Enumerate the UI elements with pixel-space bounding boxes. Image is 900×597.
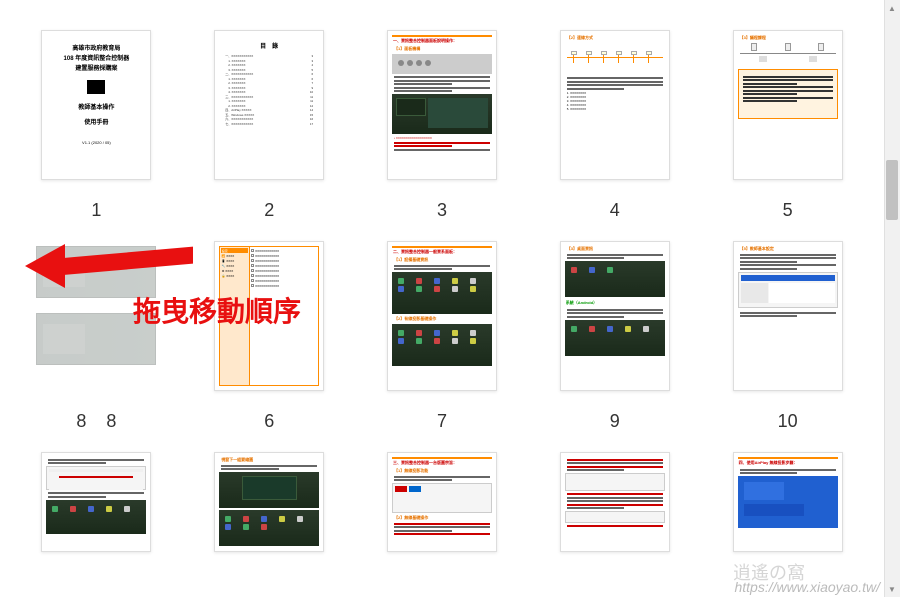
page-number: 1 [91,200,101,221]
page-thumbnail-partial[interactable]: 三、資訊整合控制器一台版圖宗旨： 【1】無線投影功能 【2】無線基礎操作 [376,452,509,552]
page-number-old: 8 [76,411,86,432]
page-number: 2 [264,200,274,221]
page-thumbnail-9[interactable]: 【3】桌面資訊 系統（Android） 9 [548,241,681,432]
page-thumbnail-10[interactable]: 【5】教師基本設定 10 [721,241,854,432]
page-number: 6 [264,411,274,432]
scroll-down-icon[interactable]: ▼ [884,581,900,597]
page-thumbnail-2[interactable]: 目 錄 一、XXXXXXXXXXX3 1. XXXXXXX3 2. XXXXXX… [203,30,336,221]
page-thumbnail-6[interactable]: 設定 📶 XXXX 📱 XXXX 🔧 XXXX ⚙ XXXX 🔒 XXXX XX… [203,241,336,432]
scrollbar-thumb[interactable] [886,160,898,220]
page-number: 10 [778,411,798,432]
page-thumbnail-partial[interactable]: 四、使用AirPlay 無線投影步驟： [721,452,854,552]
page-number: 4 [610,200,620,221]
page-thumbnail-partial[interactable] [30,452,163,552]
scroll-up-icon[interactable]: ▲ [884,0,900,16]
drag-instruction-arrow [25,230,205,288]
watermark-url: https://www.xiaoyao.tw/ [734,579,880,595]
page-number: 9 [610,411,620,432]
page-number-new: 8 [106,411,116,432]
page-number: 5 [783,200,793,221]
page-thumbnail-partial[interactable]: 視窗下一組要縮圖 [203,452,336,552]
page-thumbnail-partial[interactable] [548,452,681,552]
drag-instruction-label: 拖曳移動順序 [133,290,301,330]
page-number: 3 [437,200,447,221]
pdf-thumbnail-viewer: 拖曳移動順序 高雄市政府教育局 108 年度資訊整合控制器 建置服務採購案 教師… [0,0,884,597]
page-thumbnail-3[interactable]: 一、資訊整合控制器面板說明操作： 【1】面板機構 • XXXXXXXXXXXXX… [376,30,509,221]
vertical-scrollbar[interactable]: ▲ ▼ [884,0,900,597]
page-thumbnail-5[interactable]: 【3】議程課程 [721,30,854,221]
page-thumbnail-7[interactable]: 二、資訊整合控制器一般資系面板： 【1】設備基礎資訊 【2】有線投影基礎操作 [376,241,509,432]
page-number: 7 [437,411,447,432]
page-thumbnail-1[interactable]: 高雄市政府教育局 108 年度資訊整合控制器 建置服務採購案 教師基本操作 使用… [30,30,163,221]
page-thumbnail-4[interactable]: 【2】連線方式 1. XXXXXXXX 2. XXXXXXXX 3. XXXXX… [548,30,681,221]
